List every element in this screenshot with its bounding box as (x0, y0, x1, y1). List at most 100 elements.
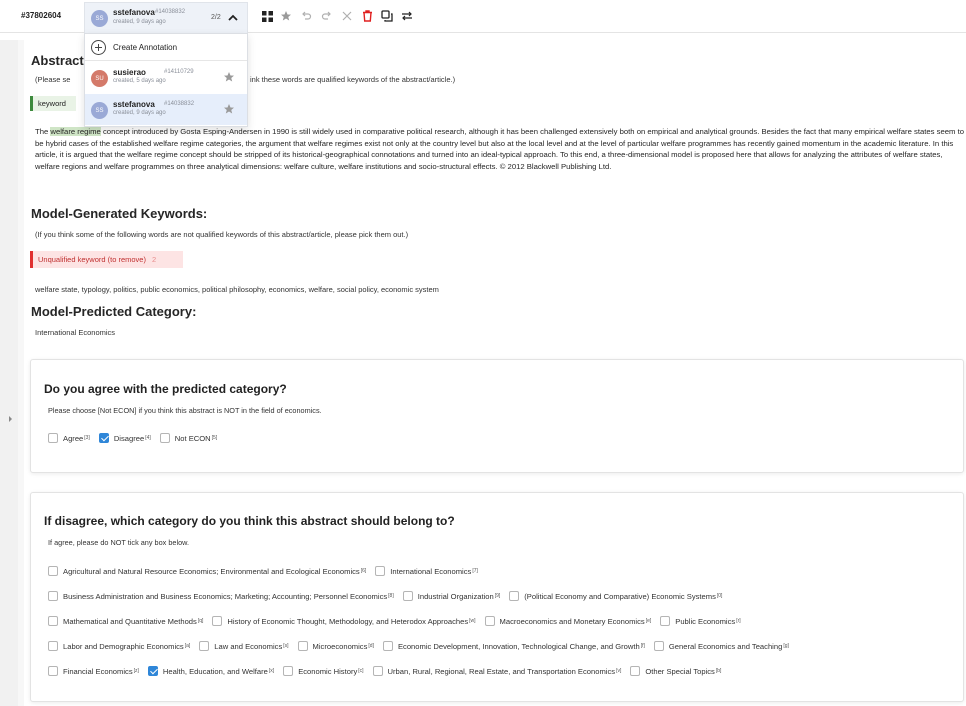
checkbox[interactable] (212, 616, 223, 626)
abstract-instruction: (Please se (35, 75, 71, 84)
create-annotation-button[interactable]: Create Annotation (85, 34, 247, 61)
annotator-id: #14110729 (164, 69, 194, 75)
disagree-question: If disagree, which category do you think… (44, 514, 455, 528)
checkbox[interactable] (382, 641, 393, 651)
checkbox[interactable] (283, 666, 294, 676)
side-panel-toggle[interactable] (0, 40, 18, 706)
task-id: #37802604 (21, 11, 62, 20)
highlighted-keyword[interactable]: welfare regime (50, 127, 101, 136)
option-economic-development[interactable]: Economic Development, Innovation, Techno… (382, 641, 645, 651)
annotator-id: #14038832 (164, 101, 195, 107)
option-urban-regional[interactable]: Urban, Rural, Regional, Real Estate, and… (372, 666, 622, 676)
checkbox[interactable] (660, 616, 671, 626)
abstract-instruction-tail: ink these words are qualified keywords o… (250, 75, 456, 84)
option-general-economics[interactable]: General Economics and Teaching [g] (653, 641, 789, 651)
undo-icon[interactable] (299, 9, 313, 23)
checkbox[interactable] (48, 591, 58, 601)
checkbox[interactable] (484, 616, 495, 626)
unqualified-keyword-label: Unqualified keyword (to remove) (38, 255, 146, 264)
copy-icon[interactable] (380, 9, 394, 23)
checkbox[interactable] (509, 591, 520, 601)
keyword-label-tag[interactable]: keyword (30, 96, 76, 111)
option-label: General Economics and Teaching (668, 641, 783, 651)
option-international-economics[interactable]: International Economics [7] (375, 566, 478, 576)
category-title: Model-Predicted Category: (31, 304, 197, 319)
checkbox[interactable] (199, 641, 210, 651)
star-icon[interactable] (223, 71, 235, 83)
option-industrial-organization[interactable]: Industrial Organization [9] (402, 591, 500, 601)
annotation-item-susierao[interactable]: SU susierao #14110729 created, 5 days ag… (85, 62, 247, 93)
star-icon[interactable] (223, 103, 235, 115)
option-economic-history[interactable]: Economic History [c] (283, 666, 364, 676)
option-other-special-topics[interactable]: Other Special Topics [b] (630, 666, 721, 676)
hotkey: [4] (145, 435, 151, 441)
hotkey: [e] (645, 618, 652, 624)
option-economic-systems[interactable]: (Political Economy and Comparative) Econ… (509, 591, 722, 601)
agree-question: Do you agree with the predicted category… (44, 382, 287, 396)
option-label: Economic Development, Innovation, Techno… (397, 641, 640, 651)
divider (18, 40, 24, 706)
option-labor-demographic[interactable]: Labor and Demographic Economics [a] (48, 641, 190, 651)
redo-icon[interactable] (320, 9, 334, 23)
category-row-1: Agricultural and Natural Resource Econom… (48, 566, 487, 576)
option-financial-economics[interactable]: Financial Economics [z] (48, 666, 139, 676)
option-quantitative-methods[interactable]: Mathematical and Quantitative Methods [q] (48, 616, 203, 626)
checkbox[interactable] (147, 666, 158, 676)
checkbox[interactable] (372, 666, 383, 676)
option-not-econ[interactable]: Not ECON [5] (159, 433, 217, 443)
checkbox[interactable] (297, 641, 308, 651)
star-icon[interactable] (279, 9, 293, 23)
option-public-economics[interactable]: Public Economics [r] (660, 616, 741, 626)
annotation-selector[interactable]: SS sstefanova #14038832 created, 9 days … (84, 2, 248, 33)
hotkey: [0] (716, 593, 723, 599)
category-row-4: Labor and Demographic Economics [a] Law a… (48, 641, 798, 651)
checkbox[interactable] (48, 566, 58, 576)
avatar: SS (91, 10, 108, 27)
option-microeconomics[interactable]: Microeconomics [d] (297, 641, 374, 651)
expand-arrow-icon[interactable] (9, 416, 12, 422)
option-history-of-thought[interactable]: History of Economic Thought, Methodology… (212, 616, 476, 626)
swap-icon[interactable] (400, 9, 414, 23)
close-icon[interactable] (340, 9, 354, 23)
option-business-administration[interactable]: Business Administration and Business Eco… (48, 591, 394, 601)
annotator-id: #14038832 (155, 9, 186, 15)
checkbox[interactable] (159, 433, 170, 443)
checkbox[interactable] (402, 591, 413, 601)
option-law-economics[interactable]: Law and Economics [s] (199, 641, 289, 651)
checkbox[interactable] (48, 433, 58, 443)
predicted-category: International Economics (35, 328, 116, 337)
hotkey: [c] (358, 668, 364, 674)
checkbox[interactable] (630, 666, 641, 676)
checkbox[interactable] (48, 666, 58, 676)
hotkey: [3] (84, 435, 90, 441)
abstract-title: Abstract (31, 53, 84, 68)
option-label: International Economics (390, 566, 472, 576)
hotkey: [z] (133, 668, 139, 674)
option-agree[interactable]: Agree [3] (48, 433, 90, 443)
annotator-name: sstefanova (113, 100, 155, 109)
category-row-5: Financial Economics [z] Health, Education… (48, 666, 730, 676)
annotator-name: susierao (113, 68, 146, 77)
option-macroeconomics[interactable]: Macroeconomics and Monetary Economics [e] (484, 616, 652, 626)
option-label: Business Administration and Business Eco… (63, 591, 388, 601)
plus-circle-icon (91, 40, 106, 55)
hotkey: [d] (368, 643, 374, 649)
checkbox[interactable] (98, 433, 109, 443)
option-agricultural-environmental[interactable]: Agricultural and Natural Resource Econom… (48, 566, 366, 576)
unqualified-keyword-tag[interactable]: Unqualified keyword (to remove) 2 (30, 251, 183, 268)
option-label: Microeconomics (312, 641, 368, 651)
checkbox[interactable] (375, 566, 386, 576)
hotkey: [x] (268, 668, 275, 674)
chevron-up-icon[interactable] (226, 11, 240, 25)
annotation-item-sstefanova[interactable]: SS sstefanova #14038832 created, 9 days … (85, 94, 247, 125)
option-health-education-welfare[interactable]: Health, Education, and Welfare [x] (147, 666, 275, 676)
hotkey: [v] (616, 668, 622, 674)
option-label: History of Economic Thought, Methodology… (227, 616, 469, 626)
checkbox[interactable] (48, 641, 58, 651)
trash-icon[interactable] (360, 9, 374, 23)
avatar: SU (91, 70, 108, 87)
option-disagree[interactable]: Disagree [4] (98, 433, 151, 443)
grid-icon[interactable] (260, 9, 274, 23)
checkbox[interactable] (48, 616, 58, 626)
checkbox[interactable] (653, 641, 664, 651)
